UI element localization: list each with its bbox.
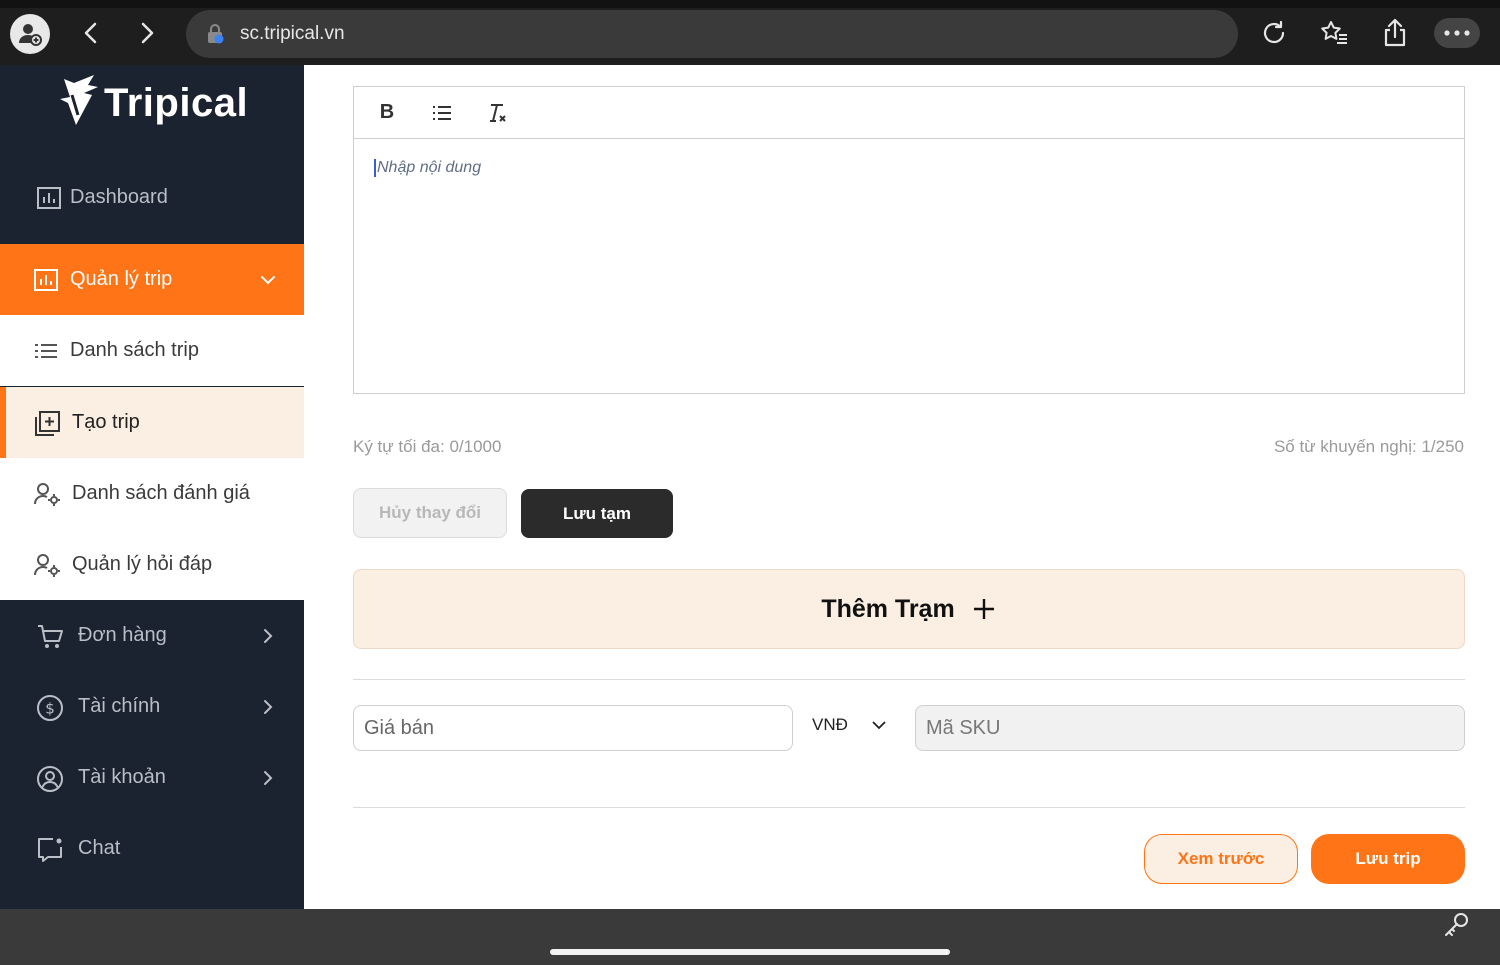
max-characters-value: 0/1000 (449, 437, 502, 456)
sidebar-item-label: Tạo trip (72, 411, 140, 433)
sidebar: Tripical Dashboard Quản lý trip Danh sác… (0, 65, 304, 909)
editor-content-area[interactable]: Nhập nội dung (374, 159, 481, 177)
recommended-words-label: Số từ khuyến nghị: (1273, 437, 1417, 456)
recommended-words-value: 1/250 (1421, 437, 1464, 456)
chevron-down-icon (870, 716, 888, 734)
user-gear-icon (33, 481, 60, 507)
tab-strip (0, 0, 1500, 8)
user-gear-icon (33, 552, 60, 578)
sidebar-item-create-trip[interactable]: Tạo trip (0, 387, 304, 458)
chevron-right-icon (258, 626, 278, 646)
sidebar-item-label: Dashboard (70, 186, 168, 208)
save-trip-button[interactable]: Lưu trip (1311, 834, 1465, 884)
divider (353, 807, 1465, 808)
sidebar-item-label: Chat (78, 837, 121, 859)
back-icon[interactable] (74, 16, 108, 50)
sidebar-item-reviews[interactable]: Danh sách đánh giá (0, 458, 304, 529)
sidebar-item-chat[interactable]: Chat (0, 813, 304, 884)
brand-name: Tripical (104, 80, 249, 125)
sidebar-item-label: Quản lý trip (70, 268, 173, 290)
sidebar-item-label: Tài khoản (78, 766, 166, 788)
sidebar-item-label: Danh sách trip (70, 339, 199, 361)
more-icon[interactable] (1434, 18, 1480, 48)
svg-text:$: $ (45, 699, 55, 717)
forward-icon[interactable] (130, 16, 164, 50)
plus-icon (971, 596, 997, 622)
add-station-button[interactable]: Thêm Trạm (353, 569, 1465, 649)
share-icon[interactable] (1377, 15, 1413, 51)
chevron-right-icon (258, 697, 278, 717)
sidebar-item-orders[interactable]: Đơn hàng (0, 600, 304, 671)
chart-icon (36, 185, 62, 211)
clear-format-icon[interactable] (484, 100, 510, 126)
save-draft-button[interactable]: Lưu tạm (521, 489, 673, 538)
bold-icon[interactable]: B (374, 100, 400, 126)
sidebar-item-label: Đơn hàng (78, 624, 167, 646)
max-characters-label: Ký tự tối đa: (353, 437, 445, 456)
editor-toolbar: B (354, 87, 1464, 139)
browser-toolbar: sc.tripical.vn (0, 0, 1500, 65)
add-square-icon (33, 410, 60, 436)
url-text: sc.tripical.vn (240, 23, 345, 44)
lock-icon (204, 23, 226, 45)
chevron-right-icon (258, 768, 278, 788)
list-icon[interactable] (429, 100, 455, 126)
system-bottom-bar (0, 909, 1500, 965)
home-indicator[interactable] (550, 949, 950, 955)
chat-icon (36, 836, 62, 862)
dollar-icon: $ (36, 694, 63, 721)
tripical-logo[interactable]: Tripical (58, 68, 248, 138)
favorites-icon[interactable] (1316, 15, 1352, 51)
cancel-changes-button[interactable]: Hủy thay đổi (353, 488, 507, 538)
sku-input[interactable] (915, 705, 1465, 751)
add-station-label: Thêm Trạm (821, 594, 955, 623)
price-input[interactable] (353, 705, 793, 751)
sidebar-item-qna[interactable]: Quản lý hỏi đáp (0, 529, 304, 600)
chart-icon (33, 267, 59, 293)
recommended-words: Số từ khuyến nghị: 1/250 (1274, 437, 1464, 457)
rich-text-editor: B Nhập nội dung (353, 86, 1465, 394)
main-content: B Nhập nội dung Ký tự tối đa: 0/1000 Số … (304, 65, 1500, 909)
currency-value: VNĐ (812, 715, 848, 734)
key-icon[interactable] (1442, 911, 1470, 939)
sidebar-item-dashboard[interactable]: Dashboard (0, 162, 304, 233)
sidebar-item-label: Quản lý hỏi đáp (72, 553, 213, 575)
sidebar-item-finance[interactable]: $ Tài chính (0, 671, 304, 742)
divider (353, 679, 1465, 680)
logo-mark-icon (60, 75, 98, 125)
sidebar-item-trip-management[interactable]: Quản lý trip (0, 244, 304, 315)
list-icon (33, 338, 59, 364)
preview-button[interactable]: Xem trước (1144, 834, 1298, 884)
user-circle-icon (36, 765, 63, 792)
sidebar-item-account[interactable]: Tài khoản (0, 742, 304, 813)
max-characters: Ký tự tối đa: 0/1000 (353, 437, 501, 457)
address-bar[interactable]: sc.tripical.vn (186, 10, 1238, 58)
reload-icon[interactable] (1256, 15, 1292, 51)
sidebar-item-label: Danh sách đánh giá (72, 482, 250, 504)
sidebar-item-label: Tài chính (78, 695, 161, 717)
chevron-down-icon (258, 270, 278, 290)
profile-icon[interactable] (10, 14, 50, 54)
cart-icon (36, 623, 63, 649)
sidebar-item-trip-list[interactable]: Danh sách trip (0, 315, 304, 386)
currency-select[interactable]: VNĐ (812, 710, 888, 740)
